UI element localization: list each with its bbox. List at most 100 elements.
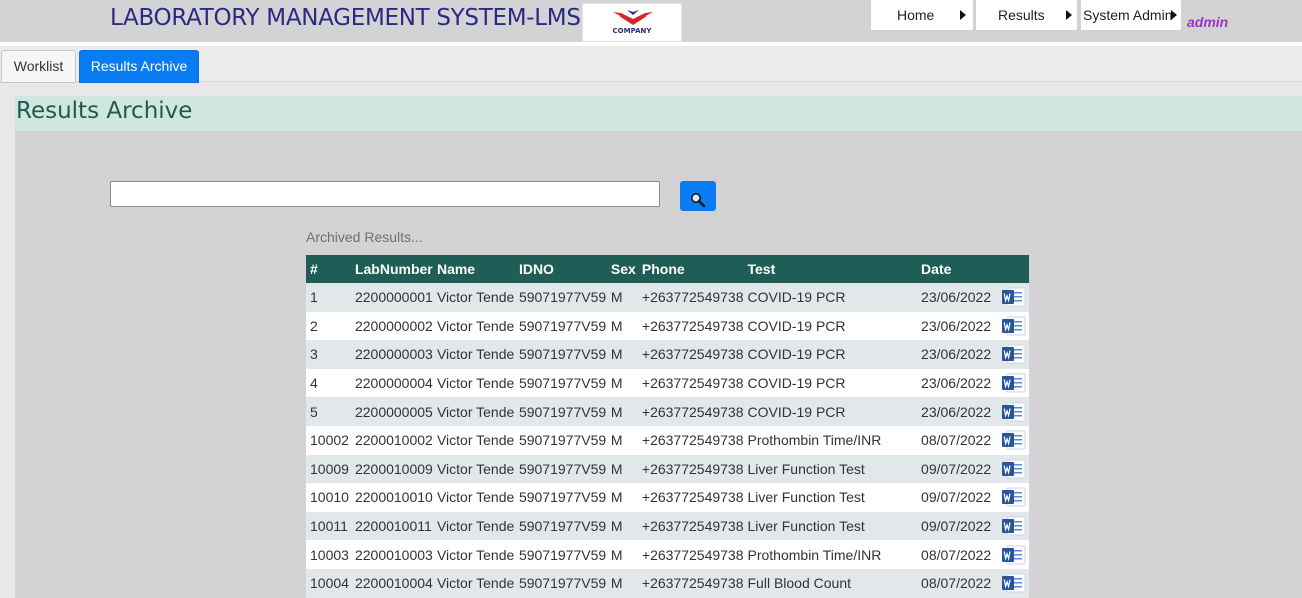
cell-idno: 59071977V59: [514, 283, 607, 312]
company-logo-icon: [613, 10, 653, 25]
cell-number: 4: [306, 368, 351, 398]
table-row[interactable]: 5 2200000005 Victor Tende 59071977V59 M +2637…: [306, 397, 1029, 426]
cell-name: Victor Tende: [432, 397, 515, 426]
cell-phone: +263772549738: [637, 425, 744, 455]
main-panel: Results Archive Archived Results... # La…: [15, 96, 1302, 598]
col-number: #: [306, 255, 351, 283]
cell-name: Victor Tende: [432, 540, 515, 569]
cell-sex: M: [606, 540, 638, 569]
cell-idno: 59071977V59: [514, 483, 607, 512]
word-document-icon[interactable]: [1001, 487, 1027, 507]
word-document-icon[interactable]: [1001, 545, 1027, 565]
table-row[interactable]: 1 2200000001 Victor Tende 59071977V59 M +2637…: [306, 283, 1029, 312]
cell-labnumber: 2200010003: [350, 540, 433, 569]
table-row[interactable]: 4 2200000004 Victor Tende 59071977V59 M +2637…: [306, 368, 1029, 398]
table-row[interactable]: 2 2200000002 Victor Tende 59071977V59 M +2637…: [306, 311, 1029, 341]
cell-date: 23/06/2022: [917, 340, 997, 369]
company-logo[interactable]: COMPANY: [582, 3, 682, 42]
current-user[interactable]: admin: [1187, 14, 1228, 30]
tab-worklist[interactable]: Worklist: [1, 50, 76, 83]
results-table-body: 1 2200000001 Victor Tende 59071977V59 M +2637…: [306, 283, 1029, 598]
table-row[interactable]: 10002 2200010002 Victor Tende 59071977V59 M +…: [306, 425, 1029, 455]
cell-action: [996, 368, 1029, 398]
cell-phone: +263772549738: [637, 340, 744, 369]
cell-name: Victor Tende: [432, 568, 515, 598]
app-title: LABORATORY MANAGEMENT SYSTEM-LMS: [110, 5, 581, 31]
cell-name: Victor Tende: [432, 425, 515, 455]
caret-right-icon: [1066, 10, 1072, 20]
cell-test: Liver Function Test: [743, 454, 918, 484]
cell-name: Victor Tende: [432, 283, 515, 312]
table-caption: Archived Results...: [306, 229, 423, 245]
cell-labnumber: 2200010010: [350, 483, 433, 512]
cell-test: COVID-19 PCR: [743, 340, 918, 369]
word-document-icon[interactable]: [1001, 459, 1027, 479]
page-title: Results Archive: [16, 98, 193, 124]
nav-results[interactable]: Results: [976, 0, 1077, 30]
cell-number: 10002: [306, 425, 351, 455]
word-document-icon[interactable]: [1001, 516, 1027, 536]
cell-number: 10003: [306, 540, 351, 569]
cell-date: 08/07/2022: [917, 540, 997, 569]
cell-action: [996, 511, 1029, 541]
word-document-icon[interactable]: [1001, 430, 1027, 450]
cell-test: COVID-19 PCR: [743, 368, 918, 398]
col-idno: IDNO: [514, 255, 607, 283]
table-row[interactable]: 10011 2200010011 Victor Tende 59071977V59 M +…: [306, 511, 1029, 541]
top-header: LABORATORY MANAGEMENT SYSTEM-LMS COMPANY…: [0, 0, 1302, 42]
cell-action: [996, 283, 1029, 312]
cell-sex: M: [606, 311, 638, 341]
cell-action: [996, 540, 1029, 569]
nav-home[interactable]: Home: [871, 0, 973, 30]
cell-action: [996, 397, 1029, 426]
cell-action: [996, 311, 1029, 341]
col-test: Test: [743, 255, 918, 283]
table-row[interactable]: 3 2200000003 Victor Tende 59071977V59 M +2637…: [306, 340, 1029, 369]
nav-results-label: Results: [998, 7, 1045, 23]
cell-action: [996, 454, 1029, 484]
cell-phone: +263772549738: [637, 283, 744, 312]
cell-date: 09/07/2022: [917, 483, 997, 512]
nav-system-admin[interactable]: System Admin: [1081, 0, 1181, 30]
search-input[interactable]: [110, 181, 660, 207]
cell-date: 23/06/2022: [917, 311, 997, 341]
search-button[interactable]: [680, 181, 716, 211]
cell-phone: +263772549738: [637, 568, 744, 598]
cell-labnumber: 2200000002: [350, 311, 433, 341]
table-row[interactable]: 10003 2200010003 Victor Tende 59071977V59 M +…: [306, 540, 1029, 569]
cell-phone: +263772549738: [637, 483, 744, 512]
cell-name: Victor Tende: [432, 511, 515, 541]
cell-labnumber: 2200010002: [350, 425, 433, 455]
cell-sex: M: [606, 340, 638, 369]
cell-date: 23/06/2022: [917, 283, 997, 312]
cell-test: Prothombin Time/INR: [743, 540, 918, 569]
nav-system-admin-label: System Admin: [1083, 7, 1173, 23]
col-action: [996, 255, 1029, 283]
cell-test: Liver Function Test: [743, 483, 918, 512]
word-document-icon[interactable]: [1001, 373, 1027, 393]
cell-sex: M: [606, 397, 638, 426]
table-row[interactable]: 10009 2200010009 Victor Tende 59071977V59 M +…: [306, 454, 1029, 484]
word-document-icon[interactable]: [1001, 402, 1027, 422]
cell-sex: M: [606, 454, 638, 484]
nav-home-label: Home: [897, 7, 935, 23]
cell-date: 23/06/2022: [917, 397, 997, 426]
cell-phone: +263772549738: [637, 311, 744, 341]
cell-date: 09/07/2022: [917, 511, 997, 541]
cell-idno: 59071977V59: [514, 454, 607, 484]
cell-labnumber: 2200000005: [350, 397, 433, 426]
cell-date: 08/07/2022: [917, 568, 997, 598]
table-row[interactable]: 10004 2200010004 Victor Tende 59071977V59 M +…: [306, 568, 1029, 598]
table-row[interactable]: 10010 2200010010 Victor Tende 59071977V59 M +…: [306, 483, 1029, 512]
tab-results-archive[interactable]: Results Archive: [79, 50, 199, 83]
cell-phone: +263772549738: [637, 397, 744, 426]
col-sex: Sex: [606, 255, 638, 283]
word-document-icon[interactable]: [1001, 573, 1027, 593]
cell-phone: +263772549738: [637, 540, 744, 569]
word-document-icon[interactable]: [1001, 316, 1027, 336]
cell-test: Prothombin Time/INR: [743, 425, 918, 455]
cell-action: [996, 483, 1029, 512]
word-document-icon[interactable]: [1001, 287, 1027, 307]
cell-idno: 59071977V59: [514, 540, 607, 569]
word-document-icon[interactable]: [1001, 344, 1027, 364]
